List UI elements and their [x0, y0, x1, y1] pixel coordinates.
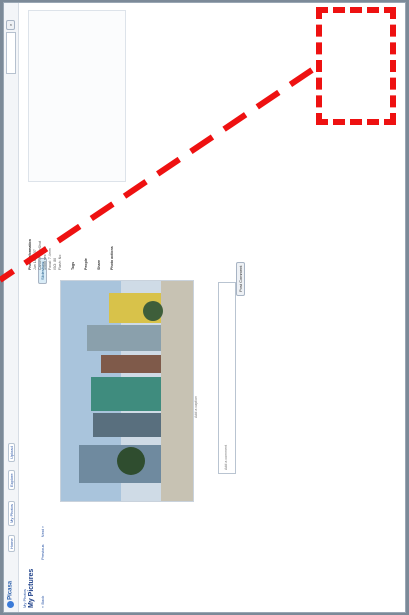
options-panel: [28, 10, 126, 182]
comment-placeholder: Add a comment: [224, 444, 228, 470]
logo-text: Picasa: [7, 580, 14, 600]
photo-caption[interactable]: Add a caption: [194, 396, 198, 418]
nav-my-photos[interactable]: My Photos: [8, 501, 15, 526]
people-title: People: [84, 258, 88, 270]
breadcrumb: My Photos: [22, 589, 27, 608]
nav-home[interactable]: Home: [8, 535, 15, 552]
page-title: My Pictures: [28, 568, 35, 608]
highlight-box: [316, 7, 396, 125]
breadcrumb-user[interactable]: My Photos: [22, 589, 27, 608]
pager: Previous Next »: [40, 526, 45, 560]
top-bar: Picasa Home My Photos Explore Upload ⌕: [4, 3, 19, 612]
next-link[interactable]: Next »: [40, 526, 45, 538]
comment-input[interactable]: Add a comment: [218, 282, 236, 474]
photo-image: [61, 281, 193, 501]
sub-nav: « Back: [40, 596, 45, 608]
browser-frame: Picasa Home My Photos Explore Upload ⌕ M…: [3, 2, 406, 613]
nav-explore[interactable]: Explore: [8, 470, 15, 490]
share-title: Share: [97, 260, 101, 270]
main-photo[interactable]: [60, 280, 194, 502]
tags-title: Tags: [71, 261, 75, 270]
info-line: Flash: No: [58, 254, 62, 270]
prev-link[interactable]: Previous: [40, 544, 45, 560]
sidebar: Photo information Jun 18, 2007 Canon Pow…: [28, 190, 248, 270]
back-link[interactable]: « Back: [40, 596, 45, 608]
search-icon[interactable]: ⌕: [6, 19, 15, 30]
logo: Picasa: [7, 574, 15, 608]
actions-title: Photo actions: [110, 246, 114, 270]
logo-icon: [7, 601, 14, 608]
search-input[interactable]: [6, 32, 16, 74]
nav-upload[interactable]: Upload: [8, 443, 15, 462]
